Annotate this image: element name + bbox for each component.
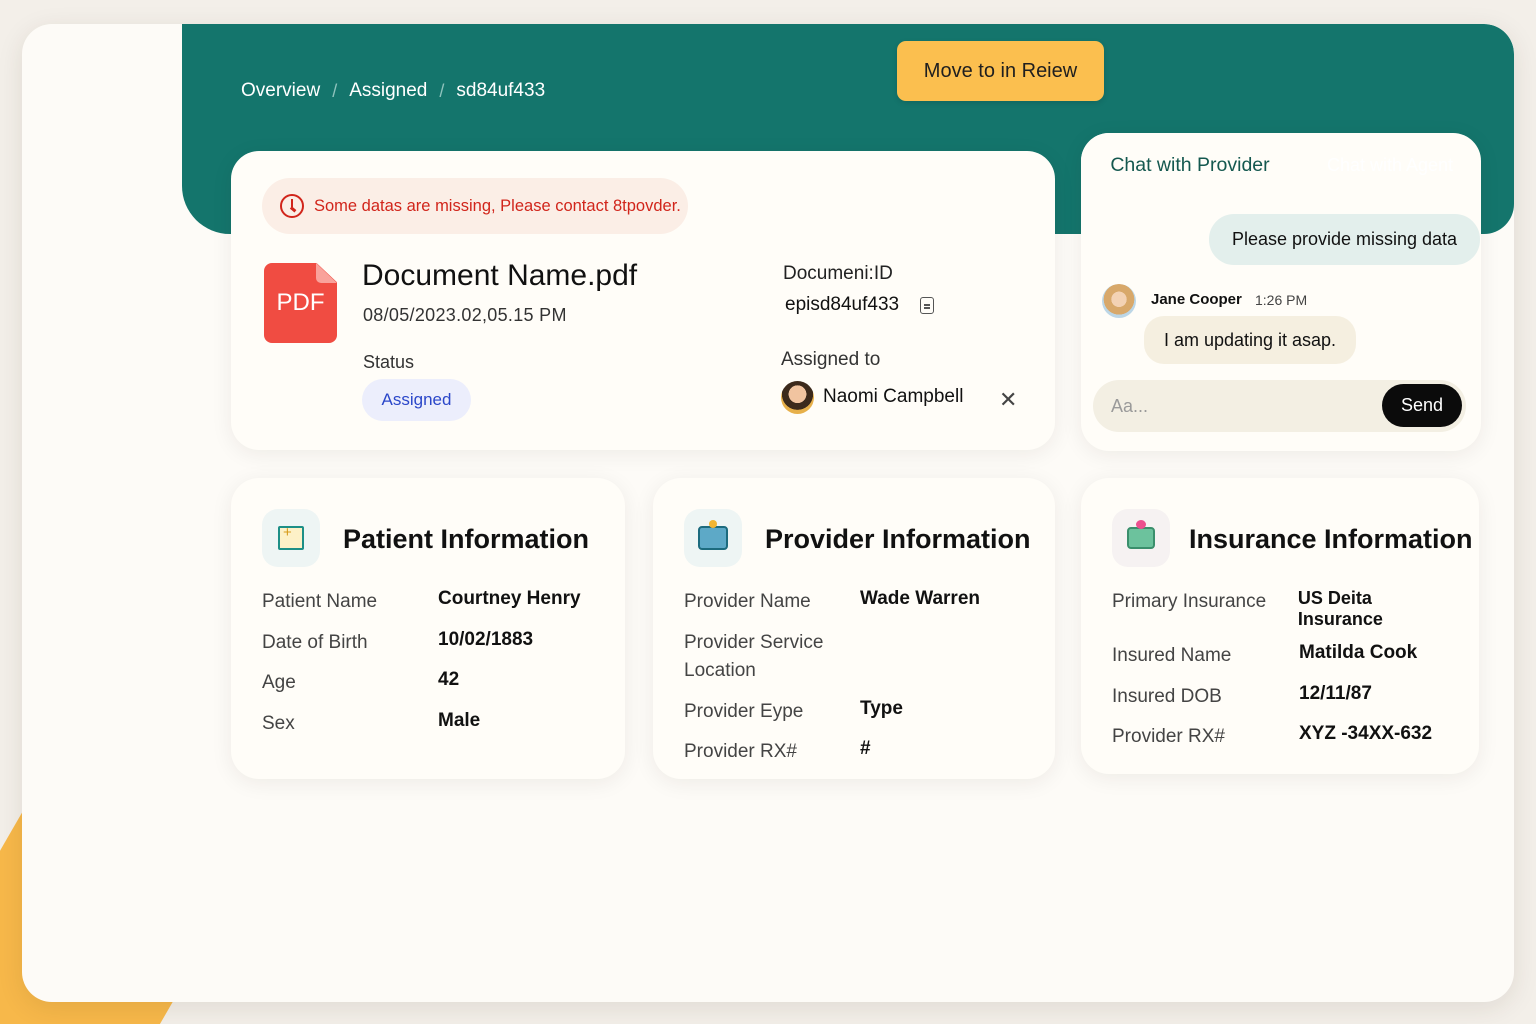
provider-details: Provider Name Wade Warren Provider Servi… — [684, 588, 1037, 779]
detail-value: US Deita Insurance — [1297, 588, 1383, 629]
hospital-icon — [684, 509, 742, 567]
document-id-label: Documeni:ID — [783, 263, 893, 284]
send-button[interactable]: Send — [1382, 384, 1462, 427]
detail-value: Courtney Henry — [438, 588, 581, 609]
card-title: Insurance Information — [1189, 524, 1473, 554]
detail-label: Date of Birth — [262, 631, 368, 653]
detail-row: Primary Insurance US Deita Insurance — [1112, 588, 1461, 630]
outgoing-message: Please provide missing data — [1209, 214, 1480, 265]
tab-chat-with-provider[interactable]: Chat with Provider — [1081, 133, 1299, 197]
tab-chat-with-agent[interactable]: Chat with Agent — [1299, 133, 1481, 197]
insurance-information-card: Insurance Information Primary Insurance … — [1081, 478, 1479, 774]
detail-value: Male — [438, 709, 481, 731]
detail-value: Matilda Cook — [1299, 642, 1418, 663]
message-timestamp: 1:26 PM — [1255, 292, 1308, 308]
chat-tabs: Chat with Provider Chat with Agent — [1081, 133, 1481, 197]
detail-row: Sex Male — [262, 710, 607, 739]
message-sender-name: Jane Cooper — [1151, 291, 1242, 308]
patient-card-icon-glyph — [278, 524, 304, 550]
detail-label: Insured Name — [1112, 645, 1232, 666]
provider-information-card: Provider Information Provider Name Wade … — [653, 478, 1055, 779]
hospital-icon-glyph — [698, 520, 728, 550]
detail-label: Provider Eype — [684, 700, 804, 722]
detail-row: Provider RX# XYZ -34XX-632 — [1112, 723, 1461, 752]
detail-row: Patient Name Courtney Henry — [262, 588, 607, 617]
detail-row: Provider Name Wade Warren — [684, 588, 1037, 617]
detail-label: Insured DOB — [1112, 685, 1222, 707]
insurance-icon-glyph — [1127, 520, 1155, 549]
detail-label: Provider Service Location — [684, 631, 824, 682]
missing-data-alert: Some datas are missing, Please contact 8… — [262, 178, 688, 234]
breadcrumb-separator: / — [439, 80, 445, 101]
detail-label: Provider Name — [684, 591, 811, 612]
card-title: Patient Information — [343, 524, 590, 554]
breadcrumb-assigned[interactable]: Assigned — [349, 80, 427, 102]
status-badge: Assigned — [362, 379, 471, 421]
patient-details: Patient Name Courtney Henry Date of Birt… — [262, 588, 607, 750]
detail-row: Provider Service Location — [684, 629, 1037, 686]
clock-alert-icon — [280, 194, 304, 218]
app-window: Overview / Assigned / sd84uf433 Move to … — [22, 24, 1514, 1002]
detail-value: 42 — [438, 669, 460, 690]
card-title: Provider Information — [765, 524, 1031, 554]
detail-value: # — [860, 738, 871, 759]
detail-row: Provider Eype Type — [684, 698, 1037, 727]
breadcrumb-current: sd84uf433 — [456, 80, 546, 101]
detail-value: 10/02/1883 — [438, 628, 534, 650]
detail-row: Insured Name Matilda Cook — [1112, 642, 1461, 671]
document-id-value: episd84uf433 — [785, 294, 900, 315]
detail-value: XYZ -34XX-632 — [1299, 723, 1433, 744]
document-name[interactable]: Document Name.pdf — [362, 259, 637, 293]
detail-value: 12/11/87 — [1299, 682, 1372, 704]
detail-label: Primary Insurance — [1112, 591, 1267, 612]
detail-label: Provider RX# — [1112, 726, 1225, 747]
breadcrumb-separator: / — [332, 80, 338, 101]
alert-text: Some datas are missing, Please contact 8… — [314, 196, 681, 215]
close-icon[interactable]: ✕ — [999, 387, 1017, 413]
detail-row: Provider RX# # — [684, 738, 1037, 767]
document-datetime: 08/05/2023.02,05.15 PM — [363, 305, 567, 325]
patient-information-card: Patient Information Patient Name Courtne… — [231, 478, 625, 779]
avatar — [1102, 284, 1136, 318]
detail-value: Type — [860, 697, 903, 719]
detail-label: Patient Name — [262, 591, 378, 612]
assigned-to-label: Assigned to — [781, 349, 881, 370]
insurance-details: Primary Insurance US Deita Insurance Ins… — [1112, 588, 1461, 764]
detail-label: Sex — [262, 712, 295, 734]
pdf-icon-label: PDF — [276, 289, 325, 316]
detail-label: Age — [262, 672, 296, 693]
patient-card-icon — [262, 509, 320, 567]
detail-row: Date of Birth 10/02/1883 — [262, 629, 607, 658]
incoming-message: I am updating it asap. — [1144, 316, 1356, 364]
insurance-icon — [1112, 509, 1170, 567]
copy-icon[interactable] — [920, 297, 934, 314]
move-to-review-button[interactable]: Move to in Reiew — [897, 41, 1104, 101]
avatar — [781, 381, 814, 414]
breadcrumb: Overview / Assigned / sd84uf433 — [241, 80, 545, 102]
detail-label: Provider RX# — [684, 741, 797, 762]
chat-composer: Send — [1093, 380, 1466, 432]
document-card: Some datas are missing, Please contact 8… — [231, 151, 1055, 450]
chat-message-input[interactable] — [1111, 380, 1371, 432]
breadcrumb-overview[interactable]: Overview — [241, 80, 320, 102]
detail-row: Insured DOB 12/11/87 — [1112, 683, 1461, 712]
detail-value: Wade Warren — [860, 588, 981, 609]
status-label: Status — [363, 352, 415, 372]
detail-row: Age 42 — [262, 669, 607, 698]
assignee-name: Naomi Campbell — [823, 386, 964, 407]
